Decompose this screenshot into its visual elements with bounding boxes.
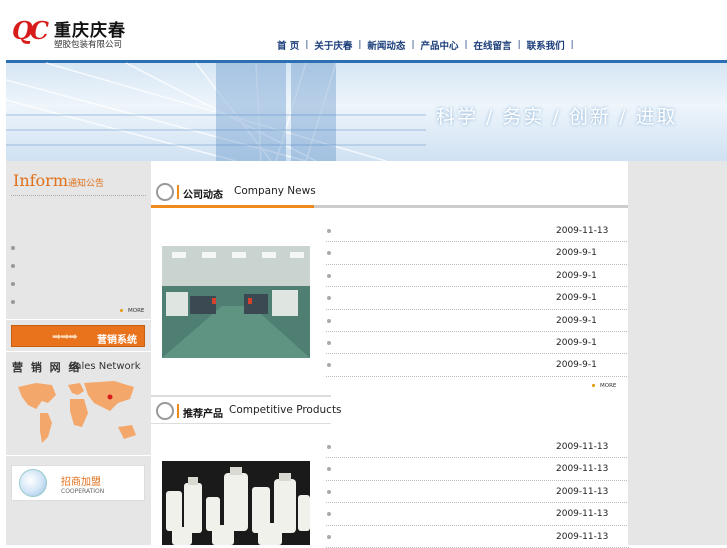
product-date: 2009-11-13 (556, 464, 609, 475)
nav-about[interactable]: 关于庆春 (314, 38, 352, 52)
inform-subtitle: 通知公告 (68, 179, 105, 189)
company-news-header: 公司动态 Company News (151, 175, 628, 223)
section-underline (151, 205, 314, 208)
company-subtitle: 塑胶包装有限公司 (54, 40, 123, 50)
nav-separator: | (358, 40, 362, 50)
product-date: 2009-11-13 (556, 486, 609, 497)
inform-title: Inform (13, 171, 68, 190)
bullet-icon (327, 251, 331, 256)
news-date: 2009-9-1 (556, 270, 597, 281)
divider (6, 455, 151, 456)
nav-separator: | (464, 40, 468, 50)
sales-system-button[interactable]: ➡➡➡ 营销系统 (11, 325, 145, 347)
news-item[interactable]: 2009-9-1 (326, 242, 629, 265)
company-news-title-cn: 公司动态 (183, 190, 223, 201)
products-title-cn: 推荐产品 (183, 409, 223, 420)
notice-bullet[interactable] (11, 282, 15, 286)
news-item[interactable]: 2009-9-1 (326, 332, 629, 355)
bullet-icon (327, 467, 331, 472)
nav-message[interactable]: 在线留言 (474, 38, 512, 52)
factory-photo[interactable] (162, 246, 310, 358)
section-circle-icon (156, 183, 174, 201)
products-title-en: Competitive Products (229, 404, 342, 416)
sales-network-subtitle: Sales Network (69, 361, 141, 372)
news-item[interactable]: 2009-9-1 (326, 287, 629, 310)
bullet-icon (327, 445, 331, 449)
header: QC 重庆庆春 塑胶包装有限公司 首 页 | 关于庆春 | 新闻动态 | 产品中心 | … (0, 0, 727, 60)
product-item[interactable]: 2009-11-13 (326, 458, 629, 481)
more-label: MORE (600, 383, 617, 389)
company-logo[interactable]: QC 重庆庆春 塑胶包装有限公司 (12, 14, 142, 50)
news-list: 2009-11-13 2009-9-1 2009-9-1 2009-9-1 20… (326, 220, 629, 377)
news-date: 2009-9-1 (556, 248, 597, 259)
nav-home[interactable]: 首 页 (277, 38, 299, 52)
world-map-icon[interactable] (14, 377, 142, 449)
cooperation-title: 招商加盟 (61, 477, 101, 488)
cooperation-subtitle: COOPERATION (61, 488, 105, 495)
cooperation-banner[interactable]: 招商加盟 COOPERATION (11, 465, 145, 501)
nav-news[interactable]: 新闻动态 (367, 38, 405, 52)
news-item[interactable]: 2009-9-1 (326, 310, 629, 332)
banner-slogan: 科学 / 务实 / 创新 / 进取 (436, 106, 678, 128)
nav-separator: | (411, 40, 415, 50)
nav-separator: | (570, 40, 574, 50)
product-date: 2009-11-13 (556, 531, 609, 542)
nav-separator: | (517, 40, 521, 50)
product-date: 2009-11-13 (556, 442, 609, 452)
news-item[interactable]: 2009-9-1 (326, 354, 629, 377)
news-item[interactable]: 2009-9-1 (326, 265, 629, 288)
right-gutter (628, 161, 727, 545)
news-item[interactable]: 2009-11-13 (326, 220, 629, 243)
section-topline (151, 395, 331, 397)
section-accent-bar (177, 404, 179, 418)
notice-bullet[interactable] (11, 246, 15, 250)
product-item[interactable]: 2009-11-13 (326, 436, 629, 459)
logo-mark: QC (12, 16, 49, 45)
divider (11, 195, 146, 196)
notice-bullet[interactable] (11, 264, 15, 268)
section-accent-bar (177, 185, 179, 199)
section-underline (314, 205, 628, 208)
left-sidebar: Inform 通知公告 MORE ➡➡➡ 营销系统 营 销 网 络 Sales … (6, 161, 151, 545)
divider (6, 319, 151, 320)
news-date: 2009-9-1 (556, 293, 597, 304)
bullet-icon (327, 318, 331, 323)
bullet-icon (327, 296, 331, 301)
notice-bullet[interactable] (11, 300, 15, 304)
product-item[interactable]: 2009-11-13 (326, 503, 629, 526)
nav-separator: | (305, 40, 309, 50)
news-date: 2009-9-1 (556, 337, 597, 348)
inform-more-link[interactable]: MORE (120, 308, 144, 314)
nav-products[interactable]: 产品中心 (420, 38, 458, 52)
section-underline (151, 423, 331, 424)
news-more-link[interactable]: MORE (592, 383, 616, 389)
products-list: 2009-11-13 2009-11-13 2009-11-13 2009-11… (326, 436, 629, 548)
bullet-icon (327, 229, 331, 233)
section-circle-icon (156, 402, 174, 420)
bullet-icon (327, 273, 331, 278)
company-news-title-en: Company News (234, 185, 316, 197)
products-photo[interactable] (162, 461, 310, 545)
bullet-icon (327, 534, 331, 539)
bullet-icon (327, 512, 331, 517)
banner: 科学 / 务实 / 创新 / 进取 (6, 60, 727, 161)
news-date: 2009-9-1 (556, 360, 597, 371)
main-nav: 首 页 | 关于庆春 | 新闻动态 | 产品中心 | 在线留言 | 联系我们 | (277, 38, 580, 52)
product-date: 2009-11-13 (556, 509, 609, 520)
arrow-right-icon: ➡➡➡ (52, 330, 78, 343)
cooperation-icon (19, 469, 47, 497)
main-content: 公司动态 Company News 2009-11-13 2009-9-1 20… (151, 161, 629, 548)
more-label: MORE (128, 308, 145, 314)
bullet-icon (327, 489, 331, 494)
sales-system-label: 营销系统 (97, 335, 137, 346)
product-item[interactable]: 2009-11-13 (326, 481, 629, 504)
news-date: 2009-9-1 (556, 315, 597, 326)
bullet-icon (327, 340, 331, 345)
more-bullet-icon (120, 309, 123, 312)
bullet-icon (327, 363, 331, 368)
nav-contact[interactable]: 联系我们 (527, 38, 565, 52)
news-date: 2009-11-13 (556, 226, 609, 236)
divider (6, 351, 151, 352)
more-bullet-icon (592, 384, 595, 387)
